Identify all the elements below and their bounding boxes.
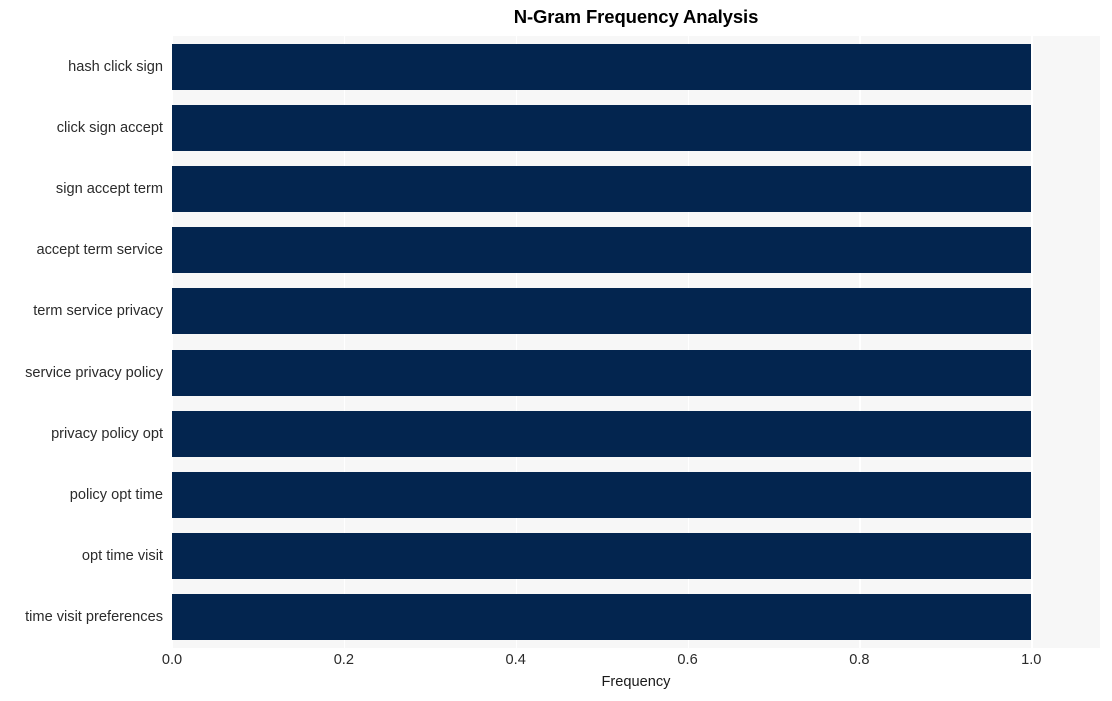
y-tick-label: opt time visit (81, 548, 163, 565)
bar-row (172, 158, 1100, 219)
bar-row (172, 36, 1100, 97)
bars-container (172, 36, 1100, 648)
bar-row (172, 403, 1100, 464)
x-tick-label: 0.2 (333, 652, 354, 668)
bar-row (172, 526, 1100, 587)
bar[interactable] (172, 471, 1032, 518)
y-tick-label: time visit preferences (25, 609, 163, 626)
x-tick-label: 0.6 (677, 652, 698, 668)
x-axis-tick-labels: 0.0 0.2 0.4 0.6 0.8 1.0 (162, 652, 1100, 676)
y-tick-label: sign accept term (55, 181, 163, 197)
bar-row (172, 281, 1100, 342)
bar[interactable] (172, 410, 1032, 457)
bar[interactable] (172, 227, 1032, 274)
bar[interactable] (172, 43, 1032, 90)
bar-row (172, 587, 1100, 648)
bar[interactable] (172, 533, 1032, 580)
bar[interactable] (172, 288, 1032, 335)
bar[interactable] (172, 165, 1032, 212)
y-tick-label: service privacy policy (25, 364, 163, 381)
y-tick-label: privacy policy opt (51, 425, 163, 442)
bar-row (172, 464, 1100, 525)
y-tick-label: policy opt time (69, 487, 163, 503)
x-tick-label: 0.0 (161, 652, 183, 668)
x-axis-title: Frequency (601, 674, 671, 690)
bar-row (172, 342, 1100, 403)
bar[interactable] (172, 349, 1032, 396)
chart-title: N-Gram Frequency Analysis (513, 6, 759, 27)
y-tick-label: click sign accept (56, 119, 163, 136)
ngram-frequency-chart-figure: N-Gram Frequency Analysis hash click sig… (0, 0, 1112, 701)
x-tick-label: 1.0 (1021, 652, 1042, 668)
bar[interactable] (172, 104, 1032, 151)
y-tick-label: hash click sign (68, 58, 163, 75)
plot-area (172, 36, 1100, 648)
bar-row (172, 97, 1100, 158)
bar[interactable] (172, 594, 1032, 641)
y-axis-tick-labels: hash click sign click sign accept sign acc… (0, 36, 163, 648)
y-tick-label: accept term service (36, 242, 163, 259)
x-tick-label: 0.8 (849, 652, 870, 668)
y-tick-label: term service privacy (33, 303, 163, 320)
x-tick-label: 0.4 (505, 652, 526, 668)
bar-row (172, 220, 1100, 281)
